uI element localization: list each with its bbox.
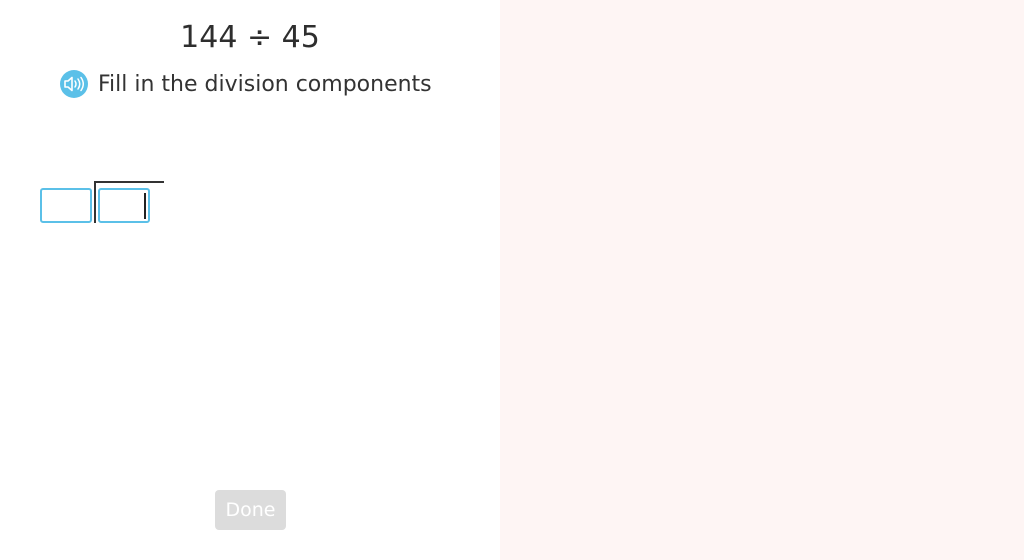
text-caret (144, 193, 146, 219)
speaker-icon (64, 76, 84, 92)
dividend-input[interactable] (98, 188, 150, 223)
divisor-input[interactable] (40, 188, 92, 223)
instruction-text: Fill in the division components (98, 71, 432, 97)
work-area-panel (500, 0, 1024, 560)
speaker-button[interactable] (60, 70, 88, 98)
division-bracket-side (94, 181, 96, 223)
app-window: 144 ÷ 45 Fill in the division components… (0, 0, 1024, 560)
problem-expression: 144 ÷ 45 (180, 20, 320, 55)
division-bracket-top (95, 181, 164, 183)
long-division-setup (40, 180, 170, 226)
instruction-row: Fill in the division components (60, 70, 432, 98)
done-button[interactable]: Done (215, 490, 286, 530)
question-panel: 144 ÷ 45 Fill in the division components… (0, 0, 500, 560)
